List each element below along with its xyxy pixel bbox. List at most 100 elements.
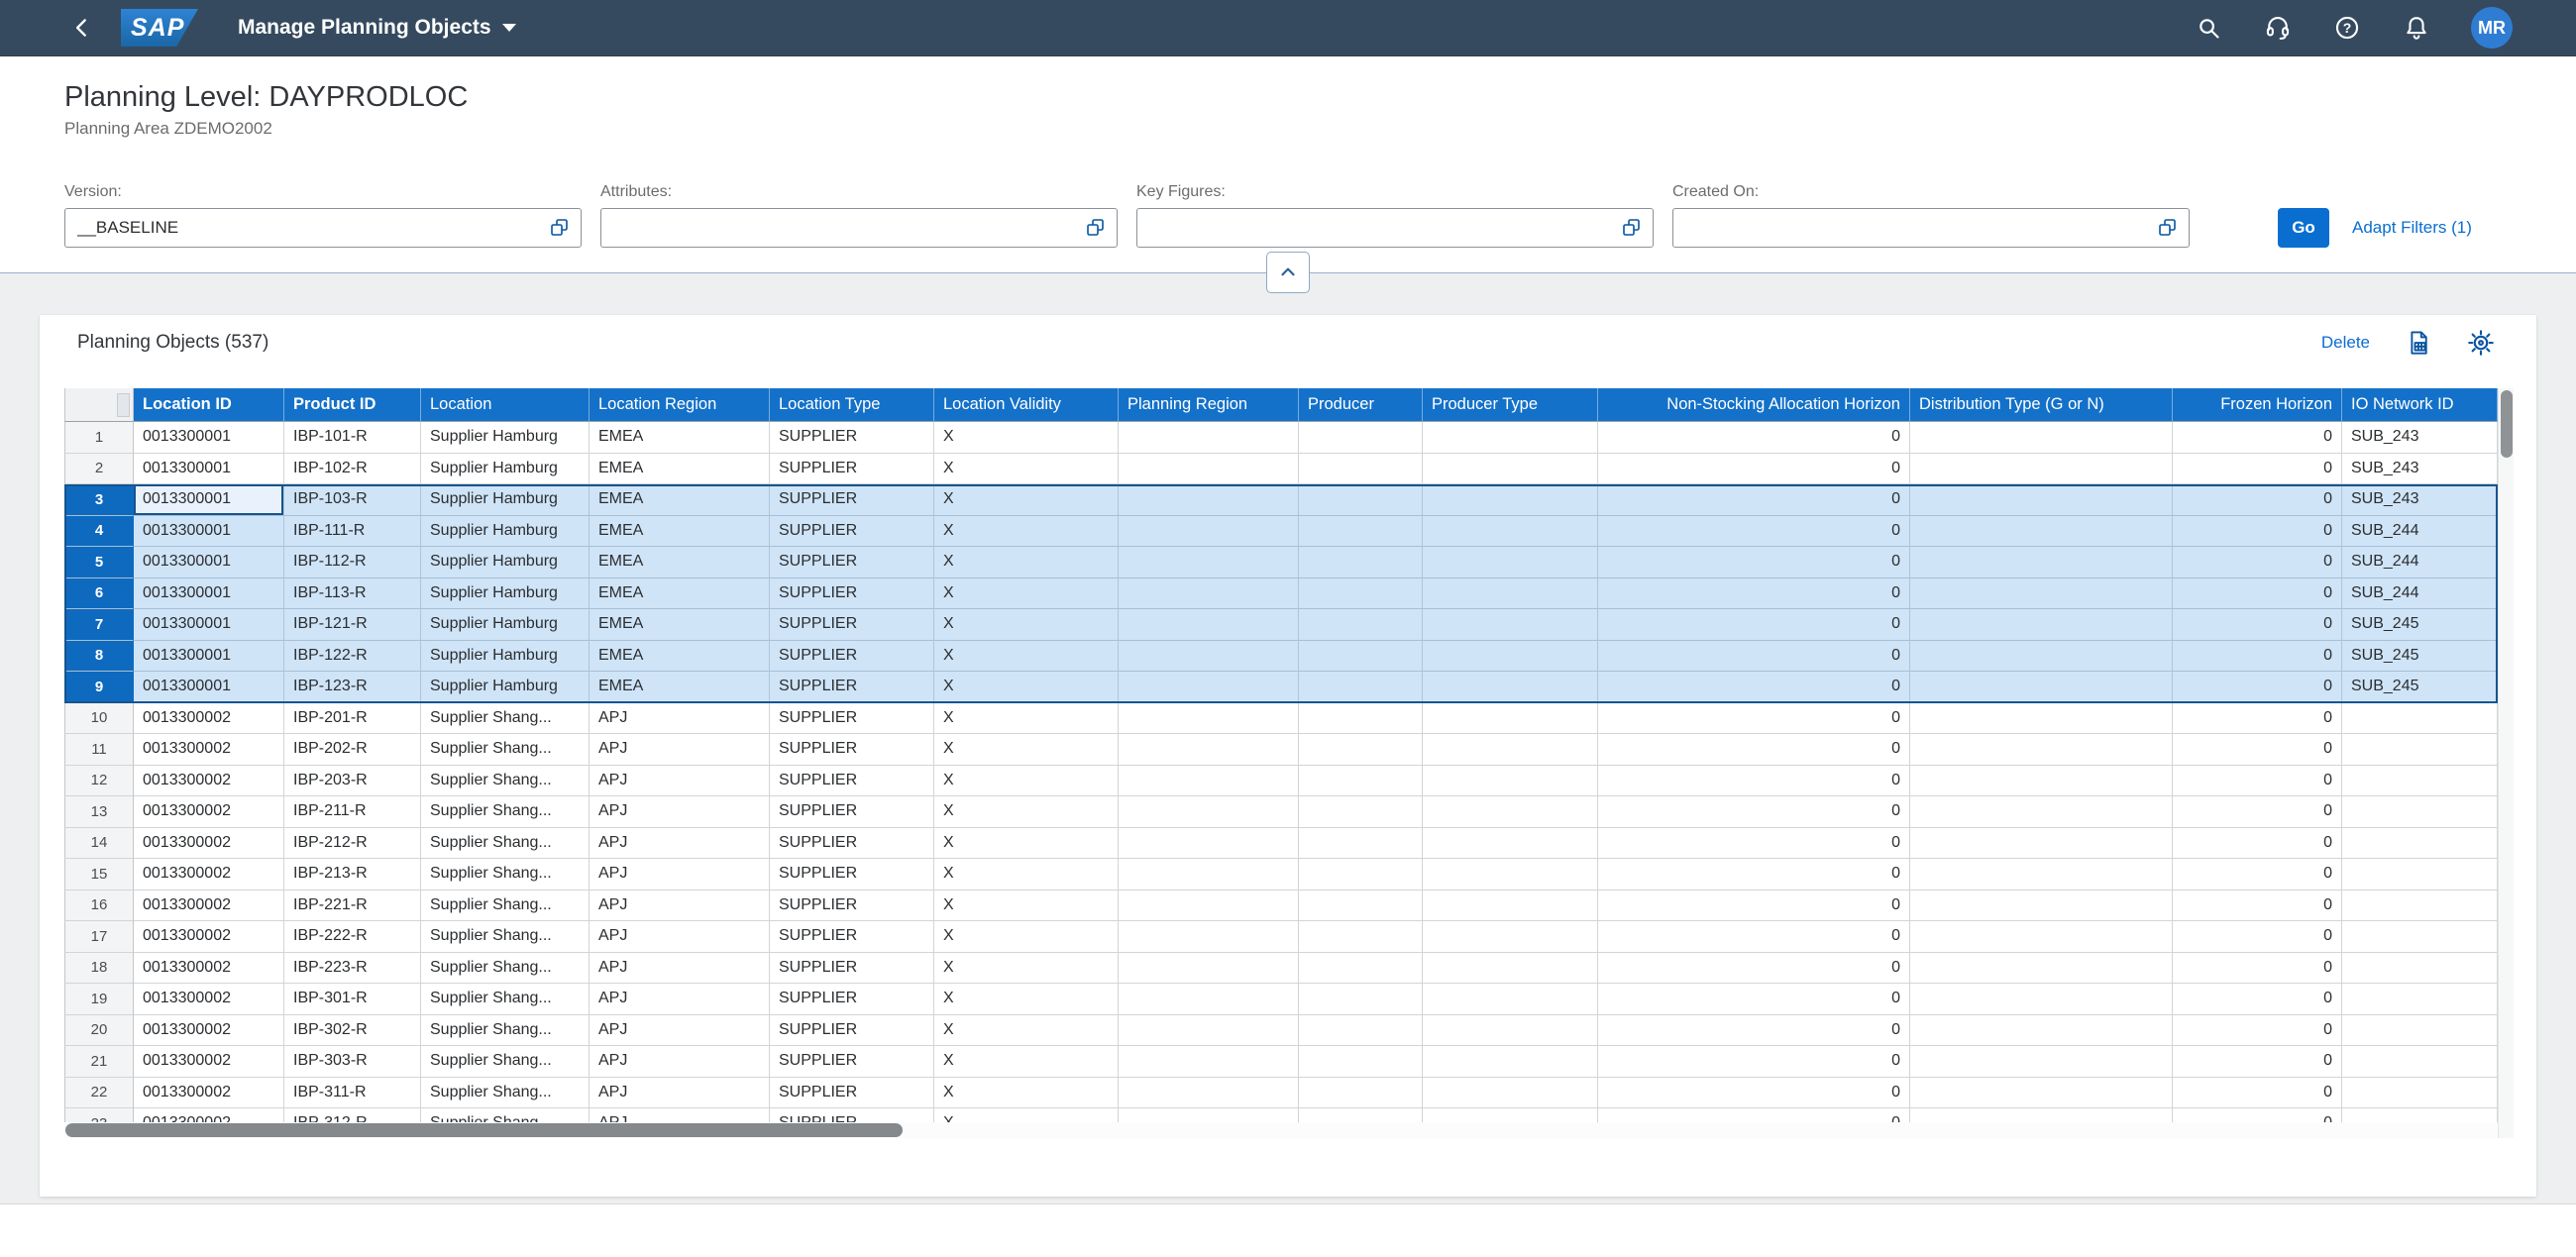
- help-icon[interactable]: ?: [2332, 13, 2362, 43]
- table-cell[interactable]: SUB_243: [2342, 453, 2498, 484]
- table-row[interactable]: 2 0013300001 IBP-102-R Supplier Hamburg EMEA…: [64, 453, 2498, 484]
- table-row[interactable]: 11 0013300002 IBP-202-R Supplier Shang... AP…: [64, 734, 2498, 766]
- table-cell[interactable]: 0: [1598, 921, 1910, 953]
- row-number-cell[interactable]: 11: [64, 734, 134, 766]
- value-help-icon[interactable]: [547, 215, 573, 241]
- table-cell[interactable]: IBP-302-R: [284, 1014, 421, 1046]
- table-cell[interactable]: [1119, 702, 1299, 734]
- row-number-cell[interactable]: 10: [64, 702, 134, 734]
- table-cell[interactable]: EMEA: [590, 547, 770, 578]
- row-number-cell[interactable]: 20: [64, 1014, 134, 1046]
- table-cell[interactable]: 0013300002: [134, 765, 284, 796]
- collapse-header-button[interactable]: [1266, 252, 1310, 293]
- table-cell[interactable]: 0013300001: [134, 484, 284, 516]
- table-cell[interactable]: [1423, 921, 1598, 953]
- table-cell[interactable]: 0013300002: [134, 1014, 284, 1046]
- table-cell[interactable]: [1299, 1108, 1423, 1122]
- table-cell[interactable]: 0: [2173, 453, 2342, 484]
- table-cell[interactable]: 0: [2173, 796, 2342, 828]
- table-cell[interactable]: 0013300001: [134, 672, 284, 703]
- row-number-cell[interactable]: 23: [64, 1108, 134, 1122]
- table-cell[interactable]: [1423, 702, 1598, 734]
- table-cell[interactable]: IBP-201-R: [284, 702, 421, 734]
- table-cell[interactable]: 0: [2173, 1046, 2342, 1078]
- search-icon[interactable]: [2194, 13, 2223, 43]
- table-cell[interactable]: 0: [2173, 484, 2342, 516]
- row-number-cell[interactable]: 4: [64, 515, 134, 547]
- table-cell[interactable]: [1119, 453, 1299, 484]
- table-cell[interactable]: SUB_245: [2342, 640, 2498, 672]
- table-cell[interactable]: 0013300001: [134, 640, 284, 672]
- table-cell[interactable]: 0: [1598, 890, 1910, 921]
- table-cell[interactable]: EMEA: [590, 609, 770, 641]
- table-cell[interactable]: [1910, 515, 2173, 547]
- table-cell[interactable]: [1910, 921, 2173, 953]
- table-cell[interactable]: 0: [2173, 859, 2342, 890]
- table-cell[interactable]: [1423, 1046, 1598, 1078]
- table-cell[interactable]: [1119, 672, 1299, 703]
- table-cell[interactable]: [1423, 952, 1598, 984]
- table-cell[interactable]: EMEA: [590, 577, 770, 609]
- table-cell[interactable]: SUPPLIER: [770, 1014, 934, 1046]
- table-cell[interactable]: SUPPLIER: [770, 765, 934, 796]
- table-cell[interactable]: 0: [1598, 640, 1910, 672]
- table-cell[interactable]: [1910, 453, 2173, 484]
- table-cell[interactable]: [1299, 422, 1423, 454]
- table-cell[interactable]: 0: [1598, 609, 1910, 641]
- table-cell[interactable]: APJ: [590, 1014, 770, 1046]
- table-cell[interactable]: Supplier Hamburg: [421, 577, 590, 609]
- column-header-product-id[interactable]: Product ID: [284, 388, 421, 422]
- table-cell[interactable]: [1299, 672, 1423, 703]
- table-row[interactable]: 19 0013300002 IBP-301-R Supplier Shang... AP…: [64, 984, 2498, 1015]
- table-cell[interactable]: IBP-223-R: [284, 952, 421, 984]
- table-cell[interactable]: [1119, 984, 1299, 1015]
- table-cell[interactable]: [1299, 921, 1423, 953]
- table-cell[interactable]: 0013300002: [134, 890, 284, 921]
- table-cell[interactable]: [1299, 1046, 1423, 1078]
- column-header-producer[interactable]: Producer: [1299, 388, 1423, 422]
- table-cell[interactable]: Supplier Shang...: [421, 921, 590, 953]
- table-cell[interactable]: [1910, 952, 2173, 984]
- table-cell[interactable]: X: [934, 1077, 1119, 1108]
- go-button[interactable]: Go: [2278, 208, 2329, 248]
- table-cell[interactable]: X: [934, 672, 1119, 703]
- back-button[interactable]: [65, 11, 99, 45]
- table-cell[interactable]: [2342, 765, 2498, 796]
- table-cell[interactable]: EMEA: [590, 672, 770, 703]
- table-cell[interactable]: [1423, 640, 1598, 672]
- table-row[interactable]: 15 0013300002 IBP-213-R Supplier Shang... AP…: [64, 859, 2498, 890]
- table-cell[interactable]: 0: [1598, 422, 1910, 454]
- table-cell[interactable]: [1299, 577, 1423, 609]
- table-cell[interactable]: SUPPLIER: [770, 984, 934, 1015]
- table-cell[interactable]: 0: [1598, 1046, 1910, 1078]
- table-cell[interactable]: [1119, 921, 1299, 953]
- column-header-location-id[interactable]: Location ID: [134, 388, 284, 422]
- table-cell[interactable]: 0: [2173, 577, 2342, 609]
- table-cell[interactable]: APJ: [590, 890, 770, 921]
- table-cell[interactable]: [1910, 609, 2173, 641]
- table-cell[interactable]: [1910, 890, 2173, 921]
- table-cell[interactable]: Supplier Shang...: [421, 984, 590, 1015]
- table-cell[interactable]: [2342, 1046, 2498, 1078]
- table-row[interactable]: 17 0013300002 IBP-222-R Supplier Shang... AP…: [64, 921, 2498, 953]
- table-cell[interactable]: [1910, 1046, 2173, 1078]
- table-cell[interactable]: [1299, 827, 1423, 859]
- table-cell[interactable]: X: [934, 890, 1119, 921]
- row-number-cell[interactable]: 17: [64, 921, 134, 953]
- table-cell[interactable]: Supplier Hamburg: [421, 672, 590, 703]
- table-cell[interactable]: 0: [1598, 1014, 1910, 1046]
- table-cell[interactable]: X: [934, 796, 1119, 828]
- row-number-cell[interactable]: 21: [64, 1046, 134, 1078]
- table-cell[interactable]: Supplier Hamburg: [421, 609, 590, 641]
- table-cell[interactable]: [1910, 422, 2173, 454]
- vertical-scrollbar-thumb[interactable]: [2501, 390, 2513, 458]
- table-cell[interactable]: IBP-222-R: [284, 921, 421, 953]
- table-cell[interactable]: Supplier Hamburg: [421, 484, 590, 516]
- table-cell[interactable]: 0013300001: [134, 422, 284, 454]
- table-cell[interactable]: IBP-123-R: [284, 672, 421, 703]
- table-cell[interactable]: [1299, 984, 1423, 1015]
- table-cell[interactable]: 0: [1598, 702, 1910, 734]
- table-cell[interactable]: [1119, 1077, 1299, 1108]
- row-number-cell[interactable]: 9: [64, 672, 134, 703]
- table-cell[interactable]: [1299, 702, 1423, 734]
